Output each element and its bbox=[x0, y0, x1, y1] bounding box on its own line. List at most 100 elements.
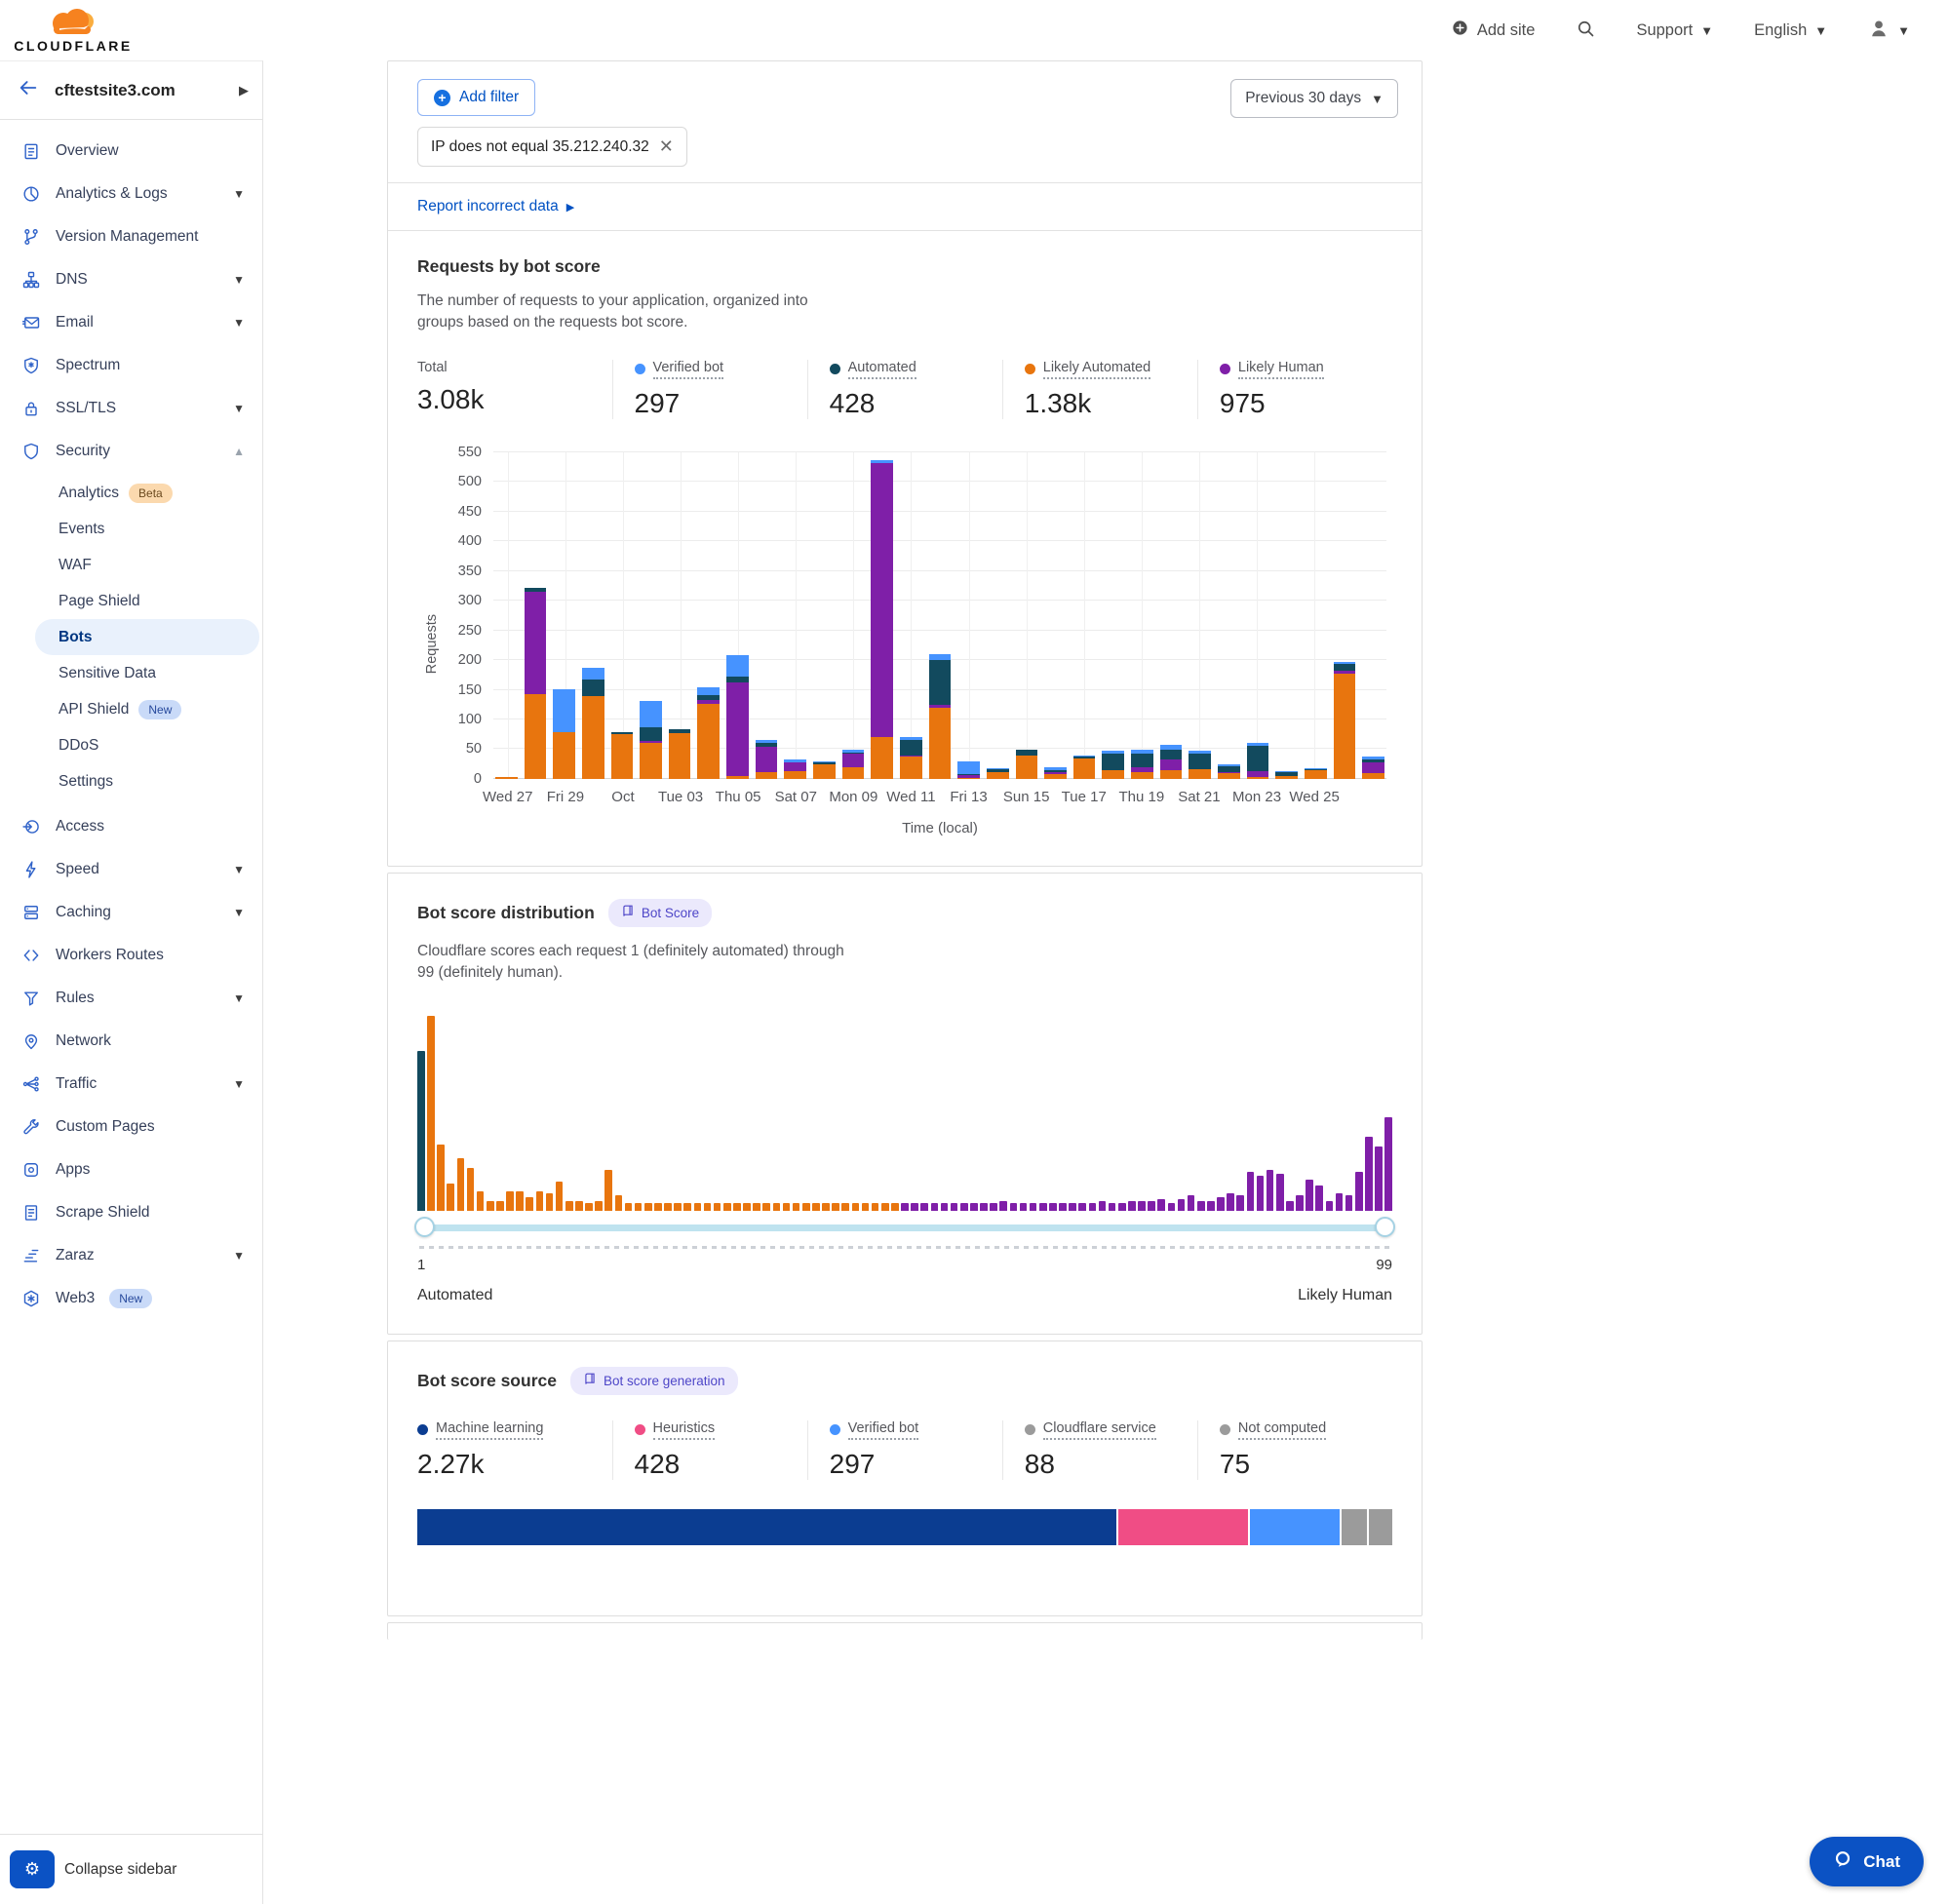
sidebar-item-analytics-logs[interactable]: Analytics & Logs▼ bbox=[0, 173, 262, 215]
sidebar-item-dns[interactable]: DNS▼ bbox=[0, 258, 262, 301]
sidebar-item-overview[interactable]: Overview bbox=[0, 130, 262, 173]
sidebar-item-speed[interactable]: Speed▼ bbox=[0, 848, 262, 891]
bar-tue-17 bbox=[1073, 452, 1096, 779]
heuristics-legend-dot bbox=[635, 1424, 645, 1435]
collapse-sidebar-button[interactable]: Collapse sidebar bbox=[64, 1861, 176, 1879]
hist-bar-score-94 bbox=[1336, 1193, 1344, 1211]
search-button[interactable] bbox=[1576, 19, 1595, 43]
chevron-right-icon[interactable]: ▶ bbox=[239, 83, 249, 98]
chevron-down-icon: ▼ bbox=[1897, 23, 1910, 38]
hist-bar-score-49 bbox=[891, 1203, 899, 1211]
hist-bar-score-81 bbox=[1207, 1201, 1215, 1211]
back-arrow-icon[interactable] bbox=[18, 77, 39, 103]
sidebar-item-web3[interactable]: Web3New bbox=[0, 1277, 262, 1320]
version-management-icon bbox=[21, 227, 41, 247]
bar-fri-27 bbox=[1362, 452, 1384, 779]
sidebar-item-workers-routes[interactable]: Workers Routes bbox=[0, 934, 262, 977]
sidebar-item-security[interactable]: Security▲ bbox=[0, 430, 262, 473]
sidebar-subitem-analytics[interactable]: AnalyticsBeta bbox=[0, 475, 262, 511]
hist-bar-score-13 bbox=[536, 1191, 544, 1211]
sidebar-item-apps[interactable]: Apps bbox=[0, 1148, 262, 1191]
chat-button[interactable]: Chat bbox=[1810, 1837, 1924, 1886]
sidebar-subitem-bots[interactable]: Bots bbox=[35, 619, 259, 655]
source-stat-heuristics: Heuristics428 bbox=[612, 1420, 807, 1480]
settings-fab-button[interactable]: ⚙ bbox=[10, 1850, 55, 1888]
sidebar-subitem-label: WAF bbox=[58, 557, 92, 574]
sidebar-subitem-events[interactable]: Events bbox=[0, 511, 262, 547]
bot-score-generation-doc-badge[interactable]: Bot score generation bbox=[570, 1367, 738, 1395]
bar-segment-likely-human bbox=[756, 747, 778, 772]
hist-bar-score-11 bbox=[516, 1191, 524, 1211]
slider-track[interactable] bbox=[419, 1224, 1390, 1231]
stat-label[interactable]: Cloudflare service bbox=[1043, 1420, 1156, 1440]
bars-layer bbox=[493, 452, 1386, 779]
hist-bar-score-97 bbox=[1365, 1137, 1373, 1211]
slider-handle-min[interactable] bbox=[414, 1217, 435, 1237]
account-menu[interactable]: ▼ bbox=[1868, 18, 1910, 44]
hist-bar-score-30 bbox=[704, 1203, 712, 1211]
cloudflare-logo[interactable]: CLOUDFLARE bbox=[16, 7, 131, 54]
sidebar-subitem-page-shield[interactable]: Page Shield bbox=[0, 583, 262, 619]
sidebar-item-caching[interactable]: Caching▼ bbox=[0, 891, 262, 934]
sidebar-subitem-waf[interactable]: WAF bbox=[0, 547, 262, 583]
hist-bar-score-98 bbox=[1375, 1146, 1383, 1211]
stat-label[interactable]: Likely Automated bbox=[1043, 360, 1150, 379]
sidebar-item-spectrum[interactable]: Spectrum bbox=[0, 344, 262, 387]
slider-max-caption: Likely Human bbox=[1298, 1287, 1392, 1304]
hist-bar-score-23 bbox=[635, 1203, 643, 1211]
hist-bar-score-5 bbox=[457, 1158, 465, 1211]
stat-label[interactable]: Heuristics bbox=[653, 1420, 716, 1440]
x-tick-label: Wed 11 bbox=[886, 789, 935, 805]
sidebar-item-network[interactable]: Network bbox=[0, 1020, 262, 1063]
stat-value: 297 bbox=[635, 388, 807, 419]
sidebar-item-label: Overview bbox=[56, 142, 245, 160]
sidebar-item-custom-pages[interactable]: Custom Pages bbox=[0, 1106, 262, 1148]
scrape-shield-icon bbox=[21, 1203, 41, 1223]
sidebar-item-scrape-shield[interactable]: Scrape Shield bbox=[0, 1191, 262, 1234]
bar-segment-likely-human bbox=[726, 682, 749, 776]
close-icon[interactable]: ✕ bbox=[659, 136, 674, 157]
sidebar-item-ssl-tls[interactable]: SSL/TLS▼ bbox=[0, 387, 262, 430]
x-tick-label: Mon 09 bbox=[829, 789, 877, 805]
bar-segment-verified-bot bbox=[697, 687, 720, 695]
score-range-slider[interactable] bbox=[417, 1216, 1392, 1239]
chevron-down-icon: ▼ bbox=[1371, 92, 1384, 106]
site-switcher[interactable]: cftestsite3.com ▶ bbox=[0, 61, 262, 120]
stat-label[interactable]: Likely Human bbox=[1238, 360, 1324, 379]
stat-label[interactable]: Verified bot bbox=[848, 1420, 919, 1440]
add-filter-button[interactable]: + Add filter bbox=[417, 79, 535, 116]
sidebar-item-access[interactable]: Access bbox=[0, 805, 262, 848]
report-incorrect-data-link[interactable]: Report incorrect data ▶ bbox=[417, 198, 574, 215]
add-site-button[interactable]: Add site bbox=[1451, 19, 1536, 42]
stat-label[interactable]: Not computed bbox=[1238, 1420, 1326, 1440]
bot-score-doc-badge[interactable]: Bot Score bbox=[608, 899, 712, 927]
stat-label[interactable]: Automated bbox=[848, 360, 916, 379]
sidebar-item-traffic[interactable]: Traffic▼ bbox=[0, 1063, 262, 1106]
bar-segment-likely-automated bbox=[1131, 772, 1153, 779]
filter-chip[interactable]: IP does not equal 35.212.240.32 ✕ bbox=[417, 127, 687, 167]
sidebar-subitem-sensitive-data[interactable]: Sensitive Data bbox=[0, 655, 262, 691]
language-menu[interactable]: English▼ bbox=[1754, 21, 1827, 40]
slider-handle-max[interactable] bbox=[1375, 1217, 1395, 1237]
stat-label[interactable]: Machine learning bbox=[436, 1420, 543, 1440]
support-menu[interactable]: Support▼ bbox=[1636, 21, 1713, 40]
hist-bar-score-6 bbox=[467, 1168, 475, 1211]
stat-value: 2.27k bbox=[417, 1449, 612, 1480]
x-tick-label: Fri 13 bbox=[950, 789, 987, 805]
sidebar-item-zaraz[interactable]: Zaraz▼ bbox=[0, 1234, 262, 1277]
sidebar-item-email[interactable]: Email▼ bbox=[0, 301, 262, 344]
sidebar-item-label: Scrape Shield bbox=[56, 1204, 245, 1222]
sidebar-item-rules[interactable]: Rules▼ bbox=[0, 977, 262, 1020]
sidebar-item-label: Access bbox=[56, 818, 245, 835]
sidebar-item-version-management[interactable]: Version Management bbox=[0, 215, 262, 258]
sidebar-subitem-settings[interactable]: Settings bbox=[0, 763, 262, 799]
date-range-select[interactable]: Previous 30 days ▼ bbox=[1230, 79, 1398, 118]
source-segment-heuristics bbox=[1118, 1509, 1251, 1545]
hist-bar-score-33 bbox=[733, 1203, 741, 1211]
sidebar-item-label: Network bbox=[56, 1032, 245, 1050]
sidebar-subitem-label: Bots bbox=[58, 629, 92, 646]
stat-label[interactable]: Verified bot bbox=[653, 360, 724, 379]
stat-value: 428 bbox=[830, 388, 1002, 419]
sidebar-subitem-ddos[interactable]: DDoS bbox=[0, 727, 262, 763]
sidebar-subitem-api-shield[interactable]: API ShieldNew bbox=[0, 691, 262, 727]
